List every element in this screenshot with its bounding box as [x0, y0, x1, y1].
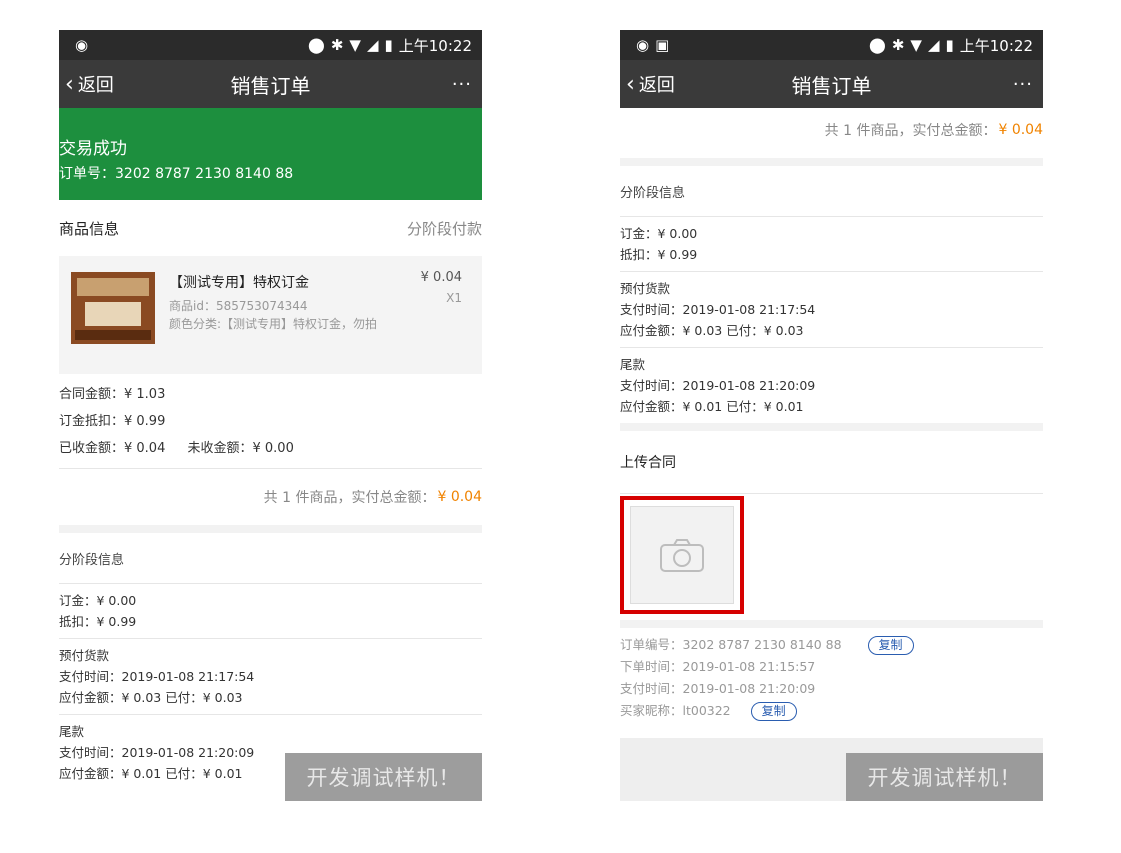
prepay-amount: 应付金额：¥ 0.03 已付：¥ 0.03	[59, 690, 243, 705]
success-banner: 交易成功 订单号：3202 8787 2130 8140 88	[59, 108, 482, 200]
stage-prepay: 预付货款 支付时间：2019-01-08 21:17:54 应付金额：¥ 0.0…	[59, 639, 482, 714]
success-title: 交易成功	[59, 139, 127, 159]
nav-bar: ‹ 返回 销售订单 ···	[59, 60, 482, 108]
chevron-left-icon: ‹	[626, 71, 635, 97]
product-card[interactable]: 【测试专用】特权订金 商品id：585753074344 颜色分类:【测试专用】…	[59, 256, 482, 374]
clock: 上午10:22	[398, 36, 472, 55]
battery-icon: ▮	[945, 36, 954, 54]
received-amounts: 已收金额：¥ 0.04 未收金额：¥ 0.00	[59, 435, 482, 462]
camera-placeholder	[630, 506, 734, 604]
shield-icon: ◉	[75, 36, 89, 54]
buyer-row: 买家昵称：lt00322 复制	[620, 700, 1043, 722]
order-number-row: 订单编号：3202 8787 2130 8140 88 复制	[620, 634, 1043, 656]
camera-icon	[660, 539, 704, 572]
order-number: 订单号：3202 8787 2130 8140 88	[59, 166, 294, 182]
goods-header-label: 商品信息	[59, 219, 120, 238]
deposit-amount: 订金：¥ 0.00	[59, 593, 137, 608]
order-total: 共 1 件商品，实付总金额： ¥ 0.04	[59, 469, 482, 525]
product-quantity: X1	[446, 291, 462, 305]
page-title: 销售订单	[791, 73, 872, 98]
product-price: ¥ 0.04	[420, 270, 462, 285]
upload-contract-header: 上传合同	[620, 455, 676, 471]
status-bar: ◉ ▣ ⬤ ✱ ▼ ◢ ▮ 上午10:22	[620, 30, 1043, 60]
total-amount: ¥ 0.04	[998, 122, 1043, 138]
bottom-bar: 开发调试样机！	[620, 738, 1043, 801]
deposit-deduct: 抵扣：¥ 0.99	[620, 247, 698, 262]
prepay-title: 预付货款	[620, 281, 671, 296]
clock: 上午10:22	[959, 36, 1033, 55]
left-phone-screen: ◉ ⬤ ✱ ▼ ◢ ▮ 上午10:22 ‹ 返回 销售订单 ··· 交易成功 订…	[59, 30, 482, 801]
contract-amount: 合同金额：¥ 1.03	[59, 387, 166, 402]
bluetooth-icon: ✱	[330, 36, 344, 54]
stage-info-header: 分阶段信息	[620, 185, 686, 201]
pay-time: 支付时间：2019-01-08 21:20:09	[620, 681, 816, 696]
received-amount: 已收金额：¥ 0.04	[59, 441, 166, 456]
total-amount: ¥ 0.04	[437, 489, 482, 505]
location-icon: ⬤	[869, 36, 886, 54]
wifi-icon: ▼	[910, 36, 922, 54]
page-title: 销售订单	[230, 73, 311, 98]
image-icon: ▣	[655, 36, 670, 54]
deposit-amount: 订金：¥ 0.00	[620, 226, 698, 241]
back-button[interactable]: ‹ 返回	[626, 71, 675, 97]
prepay-time: 支付时间：2019-01-08 21:17:54	[620, 302, 816, 317]
copy-buyer-button[interactable]: 复制	[750, 701, 797, 721]
order-total: 共 1 件商品，实付总金额： ¥ 0.04	[620, 108, 1043, 152]
more-button[interactable]: ···	[452, 74, 472, 95]
product-thumbnail	[71, 272, 155, 344]
stage-info-header: 分阶段信息	[59, 552, 125, 568]
stage-final: 尾款 支付时间：2019-01-08 21:20:09 应付金额：¥ 0.01 …	[620, 348, 1043, 423]
wifi-icon: ▼	[349, 36, 361, 54]
final-time: 支付时间：2019-01-08 21:20:09	[620, 378, 816, 393]
goods-section-header: 商品信息 分阶段付款	[59, 200, 482, 256]
shield-icon: ◉	[636, 36, 650, 54]
total-prefix: 共 1 件商品，实付总金额：	[824, 123, 997, 139]
final-title: 尾款	[620, 357, 646, 372]
upload-contract-button[interactable]	[620, 496, 744, 614]
back-label: 返回	[77, 75, 114, 96]
status-bar: ◉ ⬤ ✱ ▼ ◢ ▮ 上午10:22	[59, 30, 482, 60]
signal-icon: ◢	[366, 36, 379, 54]
order-time: 下单时间：2019-01-08 21:15:57	[620, 659, 816, 674]
prepay-time: 支付时间：2019-01-08 21:17:54	[59, 669, 255, 684]
buyer-nickname: 买家昵称：lt00322	[620, 703, 731, 718]
stage-prepay: 预付货款 支付时间：2019-01-08 21:17:54 应付金额：¥ 0.0…	[620, 272, 1043, 347]
final-title: 尾款	[59, 724, 85, 739]
payment-mode-label: 分阶段付款	[406, 219, 482, 238]
product-variant: 颜色分类:【测试专用】特权订金，勿拍	[169, 317, 378, 331]
unreceived-amount: 未收金额：¥ 0.00	[187, 441, 294, 456]
deposit-deduct: 抵扣：¥ 0.99	[59, 614, 137, 629]
back-label: 返回	[638, 75, 675, 96]
prepay-title: 预付货款	[59, 648, 110, 663]
product-price-block: ¥ 0.04 X1	[421, 270, 462, 305]
back-button[interactable]: ‹ 返回	[65, 71, 114, 97]
nav-bar: ‹ 返回 销售订单 ···	[620, 60, 1043, 108]
order-number: 订单编号：3202 8787 2130 8140 88	[620, 637, 842, 652]
chevron-left-icon: ‹	[65, 71, 74, 97]
bluetooth-icon: ✱	[891, 36, 905, 54]
prepay-amount: 应付金额：¥ 0.03 已付：¥ 0.03	[620, 323, 804, 338]
battery-icon: ▮	[384, 36, 393, 54]
debug-watermark: 开发调试样机！	[846, 753, 1043, 801]
signal-icon: ◢	[927, 36, 940, 54]
debug-watermark: 开发调试样机！	[285, 753, 482, 801]
stage-deposit: 订金：¥ 0.00 抵扣：¥ 0.99	[620, 217, 1043, 271]
final-amount: 应付金额：¥ 0.01 已付：¥ 0.01	[620, 399, 804, 414]
stage-deposit: 订金：¥ 0.00 抵扣：¥ 0.99	[59, 584, 482, 638]
more-button[interactable]: ···	[1013, 74, 1033, 95]
deposit-deduction: 订金抵扣：¥ 0.99	[59, 414, 166, 429]
location-icon: ⬤	[308, 36, 325, 54]
total-prefix: 共 1 件商品，实付总金额：	[263, 490, 436, 506]
right-phone-screen: ◉ ▣ ⬤ ✱ ▼ ◢ ▮ 上午10:22 ‹ 返回 销售订单 ··· 共 1 …	[620, 30, 1043, 801]
copy-order-number-button[interactable]: 复制	[867, 635, 914, 655]
